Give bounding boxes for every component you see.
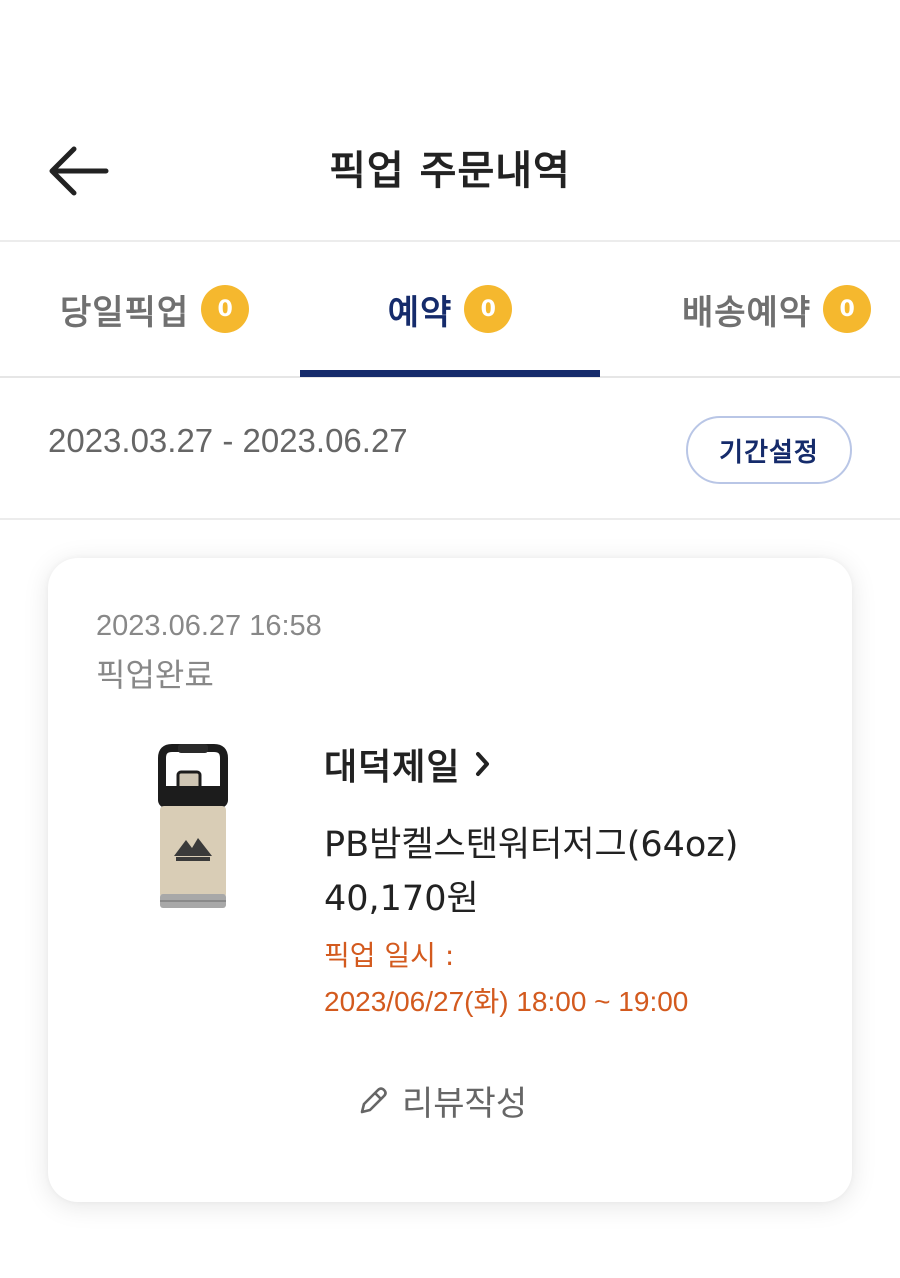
count-badge: 0 [201,285,250,333]
tab-delivery-reservation[interactable]: 배송예약 0 [600,242,900,376]
pickup-time-label: 픽업 일시 : [324,939,455,972]
order-type-tabs: 당일픽업 0 예약 0 배송예약 0 [0,242,900,378]
tab-label: 예약 [387,292,453,333]
product-price: 40,170원 [324,879,479,919]
pickup-time: 2023/06/27(화) 18:00 ~ 19:00 [324,986,689,1017]
count-badge: 0 [464,285,513,333]
tab-reservation[interactable]: 예약 0 [300,242,600,376]
page-title: 픽업 주문내역 [329,148,571,194]
period-bar: 2023.03.27 - 2023.06.27 기간설정 [0,378,900,520]
active-tab-indicator [300,370,600,377]
app-header: 픽업 주문내역 [0,0,900,242]
product-name: PB밤켈스탠워터저그(64oz) [324,825,739,865]
store-link[interactable]: 대덕제일 [324,738,492,790]
order-datetime: 2023.06.27 16:58 [96,610,322,642]
tab-label: 당일픽업 [60,292,190,333]
order-status: 픽업완료 [96,656,214,694]
write-review-button[interactable]: 리뷰작성 [356,1076,527,1125]
tab-label: 배송예약 [682,292,812,333]
period-setting-button[interactable]: 기간설정 [686,416,852,484]
order-card[interactable]: 2023.06.27 16:58 픽업완료 대덕제일 PB밤켈스탠워터저그(64… [48,558,852,1202]
period-range: 2023.03.27 - 2023.06.27 [48,422,408,459]
tab-same-day-pickup[interactable]: 당일픽업 0 [0,242,300,376]
chevron-right-icon [476,752,490,776]
pencil-icon [360,1086,387,1113]
store-name: 대덕제일 [324,747,461,788]
product-image [148,738,238,910]
count-badge: 0 [823,285,872,333]
review-label: 리뷰작성 [402,1084,528,1124]
